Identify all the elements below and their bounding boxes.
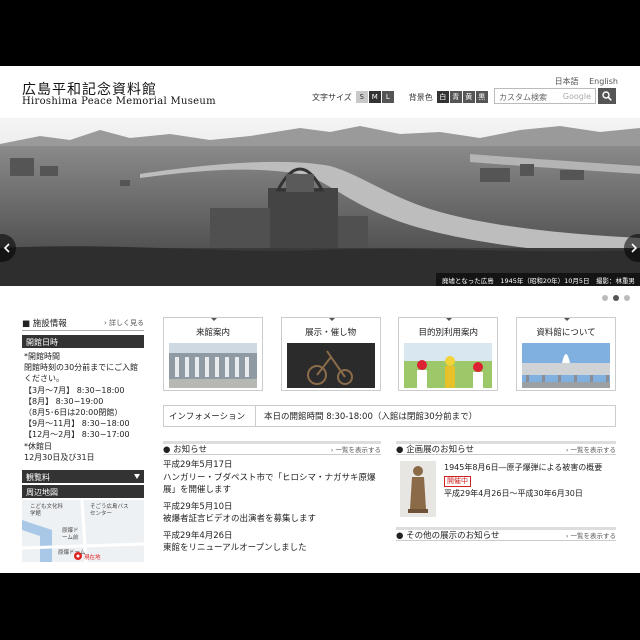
text-size-label: 文字サイズ: [312, 92, 352, 102]
news-more-link[interactable]: › 一覧を表示する: [331, 444, 381, 454]
bg-color-label: 背景色: [408, 92, 433, 102]
text-size-l-button[interactable]: L: [381, 91, 394, 103]
tile-visit-guide[interactable]: 来館案内: [163, 317, 263, 391]
museum-exterior-photo: [521, 343, 610, 388]
search-icon: [602, 91, 612, 101]
exhibit-section: ● 企画展のお知らせ › 一覧を表示する 1945年8月6日―原子爆弾による被害…: [396, 441, 616, 555]
facility-info-label: ■ 施設情報: [22, 318, 67, 329]
map-label: こども文化科学館: [30, 504, 64, 518]
status-badge: 開催中: [444, 476, 471, 487]
news-title: ● お知らせ: [163, 445, 207, 455]
hours-line: 12月30日及び31日: [24, 452, 95, 462]
hero-slideshow: 廃墟となった広島 1945年（昭和20年）10月5日 撮影：林重男: [0, 118, 640, 286]
hours-line: *開館時間: [24, 352, 60, 361]
exhibit-period: 平成29年4月26日〜平成30年6月30日: [444, 489, 583, 498]
hours-list: *開館時間 閉館時刻の30分前までにご入館 ください。 【3月〜7月】 8:30…: [22, 348, 144, 466]
fee-button[interactable]: 観覧料: [22, 470, 144, 484]
tile-label: 展示・催し物: [305, 328, 357, 338]
news-columns: ● お知らせ › 一覧を表示する 平成29年5月17日 ハンガリー・ブダペスト市…: [163, 441, 616, 555]
search-placeholder: カスタム検索: [499, 93, 547, 102]
news-title-link[interactable]: ハンガリー・ブダペスト市で「ヒロシマ・ナガサキ原爆展」を開催します: [163, 472, 381, 497]
statue-thumbnail: [400, 461, 436, 517]
other-exhibit-more-link[interactable]: › 一覧を表示する: [566, 530, 616, 540]
other-exhibit-title: ● その他の展示のお知らせ: [396, 531, 500, 541]
news-title-link[interactable]: 被爆者証言ビデオの出演者を募集します: [163, 513, 381, 526]
other-exhibit-header: ● その他の展示のお知らせ › 一覧を表示する: [396, 527, 616, 541]
main-content: 来館案内 展示・催し物 目的別利用案内 資料館について インフォメーション 本日…: [163, 317, 616, 555]
lang-japanese-link[interactable]: 日本語: [555, 77, 579, 86]
hero-dot-active[interactable]: [613, 295, 619, 301]
search-input[interactable]: カスタム検索 Google: [494, 88, 596, 104]
display-tools: 文字サイズ S M L 背景色 白 青 黄 黒: [312, 90, 489, 104]
hours-line: 【3月〜7月】 8:30−18:00: [24, 385, 125, 395]
exhibit-item-title[interactable]: 1945年8月6日―原子爆弾による被害の概要: [444, 461, 602, 474]
news-date: 平成29年5月10日: [163, 501, 233, 512]
facility-detail-link[interactable]: › 詳しく見る: [104, 318, 144, 328]
language-switcher: 日本語 English: [547, 76, 618, 87]
bg-blue-button[interactable]: 青: [449, 91, 462, 103]
bg-yellow-button[interactable]: 黄: [462, 91, 475, 103]
hours-line: 【8月】 8:30−19:00: [24, 396, 104, 406]
fee-label: 観覧料: [26, 473, 50, 483]
news-date: 平成29年4月26日: [163, 530, 233, 541]
hours-line: *休館日: [24, 441, 52, 451]
exhibit-details: 1945年8月6日―原子爆弾による被害の概要 開催中 平成29年4月26日〜平成…: [444, 461, 602, 517]
visitors-photo: [404, 343, 493, 388]
tile-label: 来館案内: [195, 328, 230, 338]
map-label: そごう広島バスセンター: [90, 504, 129, 518]
tile-about-museum[interactable]: 資料館について: [515, 317, 616, 391]
area-map[interactable]: こども文化科学館 そごう広島バスセンター 原爆ドーム前 原爆ドーム 現在地: [22, 500, 144, 563]
search-button[interactable]: [598, 88, 616, 104]
news-header: ● お知らせ › 一覧を表示する: [163, 441, 381, 455]
chevron-right-icon: [631, 243, 638, 253]
news-list: 平成29年5月17日 ハンガリー・ブダペスト市で「ヒロシマ・ナガサキ原爆展」を開…: [163, 459, 381, 555]
text-size-s-button[interactable]: S: [355, 91, 368, 103]
bg-white-button[interactable]: 白: [436, 91, 449, 103]
lang-english-link[interactable]: English: [589, 77, 618, 86]
text-size-m-button[interactable]: M: [368, 91, 381, 103]
triangle-down-icon: [134, 474, 140, 480]
map-title: 周辺地図: [22, 485, 144, 499]
hours-line: ください。: [24, 374, 64, 384]
bg-black-button[interactable]: 黒: [475, 91, 488, 103]
site-header: 広島平和記念資料館 Hiroshima Peace Memorial Museu…: [0, 66, 640, 118]
map-label: 原爆ドーム: [58, 550, 86, 557]
map-label: 原爆ドーム前: [62, 528, 79, 542]
news-section: ● お知らせ › 一覧を表示する 平成29年5月17日 ハンガリー・ブダペスト市…: [163, 441, 381, 555]
information-bar: インフォメーション 本日の開館時間 8:30-18:00（入館は閉館30分前まで…: [163, 405, 616, 427]
exhibit-title: ● 企画展のお知らせ: [396, 445, 474, 455]
map-label: 現在地: [84, 555, 101, 562]
chevron-left-icon: [3, 243, 10, 253]
hours-title: 開館日時: [22, 335, 144, 348]
sidebar: ■ 施設情報 › 詳しく見る 開館日時 *開館時間 閉館時刻の30分前までにご入…: [22, 317, 144, 563]
building-photo: [169, 343, 257, 388]
nav-tiles: 来館案内 展示・催し物 目的別利用案内 資料館について: [163, 317, 616, 391]
exhibit-more-link[interactable]: › 一覧を表示する: [566, 444, 616, 454]
facility-info-header: ■ 施設情報 › 詳しく見る: [22, 317, 144, 331]
hero-caption: 廃墟となった広島 1945年（昭和20年）10月5日 撮影：林重男: [436, 273, 640, 286]
exhibit-header: ● 企画展のお知らせ › 一覧を表示する: [396, 441, 616, 455]
information-label[interactable]: インフォメーション: [164, 406, 256, 426]
news-date: 平成29年5月17日: [163, 460, 233, 470]
hero-dot[interactable]: [602, 295, 608, 301]
search-brand: Google: [562, 92, 591, 101]
tile-exhibitions[interactable]: 展示・催し物: [280, 317, 381, 391]
hours-line: 閉館時刻の30分前までにご入館: [24, 363, 139, 373]
tricycle-photo: [286, 343, 375, 388]
information-text: 本日の開館時間 8:30-18:00（入館は閉館30分前まで）: [264, 412, 478, 422]
hero-photo: [0, 118, 640, 286]
hero-pagination: [602, 295, 630, 301]
hero-dot[interactable]: [624, 295, 630, 301]
hours-line: 【12月〜2月】 8:30−17:00: [24, 430, 130, 440]
museum-page: 広島平和記念資料館 Hiroshima Peace Memorial Museu…: [0, 66, 640, 573]
hours-line: （8月5･6日は20:00閉館）: [24, 408, 123, 418]
site-logo-en[interactable]: Hiroshima Peace Memorial Museum: [22, 96, 216, 107]
hours-line: 【9月〜11月】 8:30−18:00: [24, 419, 130, 429]
exhibit-item[interactable]: 1945年8月6日―原子爆弾による被害の概要 開催中 平成29年4月26日〜平成…: [396, 461, 616, 517]
tile-label: 目的別利用案内: [418, 328, 479, 338]
tile-purpose-guide[interactable]: 目的別利用案内: [398, 317, 499, 391]
tile-label: 資料館について: [536, 328, 596, 338]
news-title-link[interactable]: 東館をリニューアルオープンしました: [163, 542, 381, 555]
